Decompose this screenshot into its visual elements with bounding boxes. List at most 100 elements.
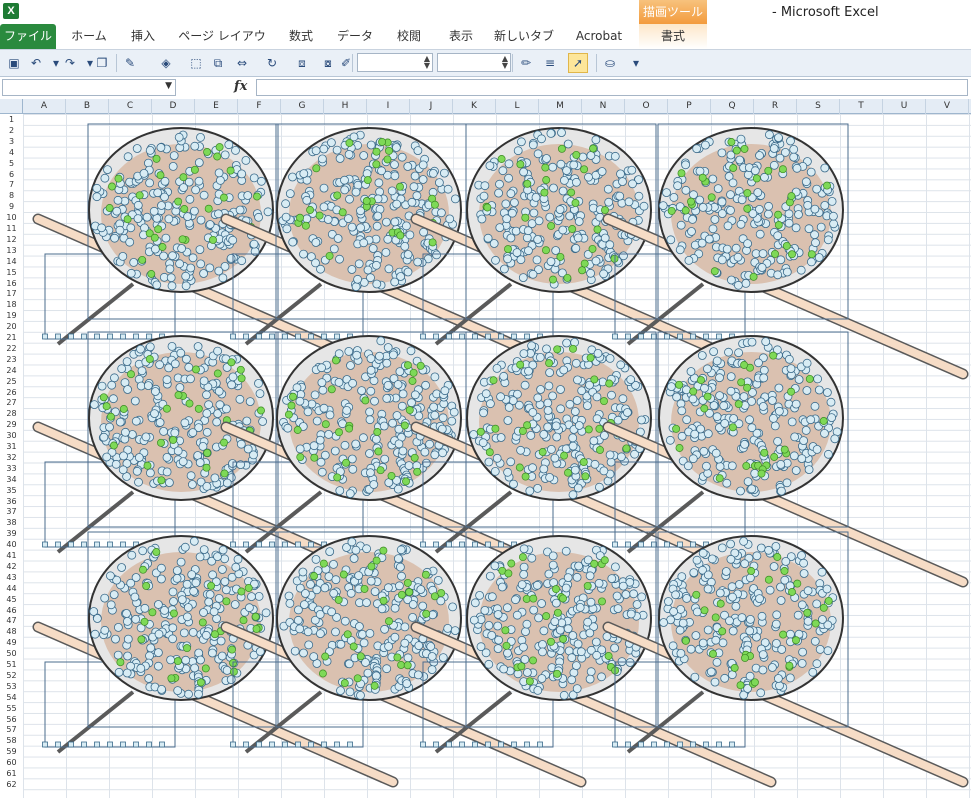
row-header[interactable]: 42	[0, 561, 23, 572]
rotation-handle[interactable]	[363, 176, 372, 185]
square-handle[interactable]	[612, 333, 618, 340]
resize-handle[interactable]	[830, 434, 840, 444]
tab-0[interactable]: ファイル	[0, 24, 56, 49]
resize-handle[interactable]	[186, 374, 195, 384]
row-header[interactable]: 14	[0, 256, 23, 267]
rotation-handle[interactable]	[105, 204, 114, 212]
resize-handle[interactable]	[156, 574, 166, 584]
resize-handle[interactable]	[481, 389, 491, 399]
resize-handle[interactable]	[591, 256, 601, 266]
square-handle[interactable]	[120, 541, 126, 548]
resize-handle[interactable]	[335, 254, 344, 264]
resize-handle[interactable]	[332, 145, 342, 155]
resize-handle[interactable]	[157, 201, 166, 210]
resize-handle[interactable]	[157, 685, 167, 694]
resize-handle[interactable]	[357, 386, 367, 396]
resize-handle[interactable]	[547, 444, 556, 454]
resize-handle[interactable]	[757, 611, 767, 621]
rotation-handle[interactable]	[226, 166, 235, 175]
resize-handle[interactable]	[207, 648, 217, 658]
resize-handle[interactable]	[249, 173, 259, 183]
rotation-handle[interactable]	[409, 368, 418, 377]
resize-handle[interactable]	[122, 609, 131, 618]
resize-handle[interactable]	[112, 206, 122, 216]
resize-handle[interactable]	[195, 458, 205, 468]
resize-handle[interactable]	[572, 572, 582, 582]
resize-handle[interactable]	[502, 603, 512, 613]
resize-handle[interactable]	[403, 162, 413, 171]
resize-handle[interactable]	[254, 591, 264, 601]
resize-handle[interactable]	[311, 258, 320, 268]
row-header[interactable]: 16	[0, 278, 23, 289]
resize-handle[interactable]	[348, 378, 358, 388]
resize-handle[interactable]	[136, 664, 146, 673]
row-header[interactable]: 25	[0, 376, 23, 387]
resize-handle[interactable]	[363, 265, 373, 275]
resize-handle[interactable]	[249, 239, 259, 249]
rotation-handle[interactable]	[145, 355, 154, 364]
resize-handle[interactable]	[496, 392, 506, 402]
resize-handle[interactable]	[214, 266, 224, 276]
rotation-handle[interactable]	[553, 345, 562, 354]
resize-handle[interactable]	[743, 239, 752, 249]
row-header[interactable]: 28	[0, 408, 23, 419]
resize-handle[interactable]	[230, 600, 240, 609]
resize-handle[interactable]	[589, 436, 599, 446]
resize-handle[interactable]	[820, 428, 829, 438]
resize-handle[interactable]	[513, 146, 523, 156]
resize-handle[interactable]	[573, 233, 583, 243]
resize-handle[interactable]	[115, 417, 125, 427]
resize-handle[interactable]	[812, 599, 822, 609]
rotation-handle[interactable]	[162, 404, 171, 413]
square-handle[interactable]	[282, 541, 288, 548]
resize-handle[interactable]	[811, 238, 820, 248]
rotation-handle[interactable]	[780, 567, 789, 575]
square-handle[interactable]	[446, 333, 452, 340]
resize-handle[interactable]	[484, 620, 494, 630]
resize-handle[interactable]	[605, 450, 615, 460]
resize-handle[interactable]	[710, 677, 720, 687]
resize-handle[interactable]	[768, 396, 777, 405]
resize-handle[interactable]	[390, 632, 400, 642]
resize-handle[interactable]	[156, 563, 166, 573]
resize-handle[interactable]	[366, 140, 376, 150]
resize-handle[interactable]	[750, 166, 760, 176]
resize-handle[interactable]	[181, 281, 191, 291]
rotation-handle[interactable]	[180, 205, 189, 213]
rotation-handle[interactable]	[237, 587, 246, 596]
resize-handle[interactable]	[775, 153, 785, 163]
resize-handle[interactable]	[374, 178, 384, 188]
rotation-handle[interactable]	[284, 410, 293, 419]
row-header[interactable]: 62	[0, 779, 23, 790]
row-header[interactable]: 21	[0, 332, 23, 343]
rotation-handle[interactable]	[824, 596, 833, 605]
resize-handle[interactable]	[503, 254, 513, 264]
resize-handle[interactable]	[390, 217, 400, 227]
square-handle[interactable]	[625, 333, 631, 340]
rotation-handle[interactable]	[99, 393, 108, 402]
resize-handle[interactable]	[133, 214, 143, 223]
row-header[interactable]: 35	[0, 485, 23, 496]
rotation-handle[interactable]	[179, 173, 188, 182]
rotation-handle[interactable]	[332, 356, 340, 365]
resize-handle[interactable]	[123, 634, 133, 644]
resize-handle[interactable]	[226, 253, 236, 263]
resize-handle[interactable]	[563, 573, 573, 583]
resize-handle[interactable]	[687, 227, 696, 236]
resize-handle[interactable]	[475, 590, 485, 600]
rotation-handle[interactable]	[142, 581, 151, 590]
resize-handle[interactable]	[380, 624, 390, 634]
resize-handle[interactable]	[485, 161, 495, 171]
rotation-handle[interactable]	[197, 678, 205, 687]
square-handle[interactable]	[321, 333, 327, 340]
rotation-handle[interactable]	[819, 417, 828, 425]
resize-handle[interactable]	[750, 468, 760, 478]
resize-handle[interactable]	[303, 407, 313, 417]
resize-handle[interactable]	[797, 659, 807, 668]
resize-handle[interactable]	[777, 486, 786, 496]
resize-handle[interactable]	[717, 543, 727, 553]
resize-handle[interactable]	[759, 373, 769, 383]
resize-handle[interactable]	[720, 673, 730, 683]
resize-handle[interactable]	[114, 623, 123, 632]
resize-handle[interactable]	[397, 571, 406, 581]
